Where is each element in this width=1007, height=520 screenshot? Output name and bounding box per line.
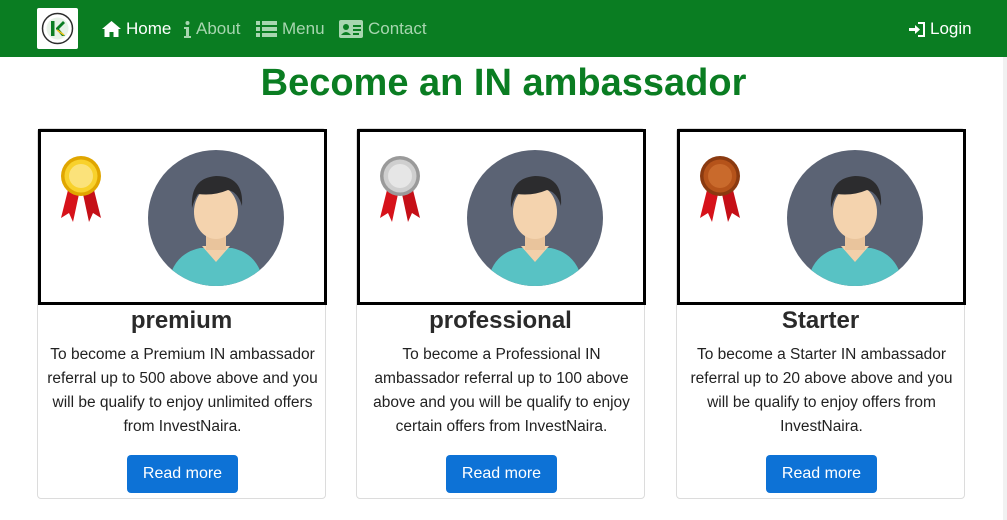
read-more-button[interactable]: Read more xyxy=(127,455,238,493)
top-navbar: Home About Menu Contact Login xyxy=(0,0,1007,57)
avatar-icon xyxy=(467,150,603,286)
info-icon xyxy=(184,20,191,38)
bronze-medal-icon xyxy=(700,156,740,222)
nav-menu-label: Menu xyxy=(282,19,325,38)
list-icon xyxy=(256,21,277,37)
card-image xyxy=(357,129,646,305)
card-title: premium xyxy=(130,307,233,334)
nav-login-label: Login xyxy=(930,19,972,38)
nav-home-label: Home xyxy=(126,19,172,38)
avatar-icon xyxy=(787,150,923,286)
nav-login[interactable]: Login xyxy=(909,18,972,40)
nav-menu[interactable]: Menu xyxy=(256,18,325,40)
brand-logo[interactable] xyxy=(37,8,78,49)
nav-home[interactable]: Home xyxy=(102,18,171,40)
card-title: Starter xyxy=(781,307,860,334)
nav-contact-label: Contact xyxy=(368,19,427,38)
card-title: professional xyxy=(429,307,572,334)
card-image xyxy=(677,129,966,305)
card-image xyxy=(38,129,327,305)
ambassador-card-professional: professional To become a Professional IN… xyxy=(356,128,646,499)
card-description: To become a Starter IN ambassador referr… xyxy=(690,346,953,435)
ambassador-card-starter: Starter To become a Starter IN ambassado… xyxy=(676,128,966,499)
ambassador-card-premium: premium To become a Premium IN ambassado… xyxy=(37,128,327,499)
home-icon xyxy=(102,21,121,37)
nav-about-label: About xyxy=(196,19,241,38)
read-more-button[interactable]: Read more xyxy=(446,455,557,493)
scrollbar-track[interactable] xyxy=(1003,57,1007,520)
sign-in-icon xyxy=(909,21,925,37)
gold-medal-icon xyxy=(61,156,101,222)
nav-contact[interactable]: Contact xyxy=(339,18,427,40)
read-more-button[interactable]: Read more xyxy=(766,455,877,493)
avatar-icon xyxy=(148,150,284,286)
logo-icon xyxy=(41,12,74,45)
contact-card-icon xyxy=(339,20,363,38)
card-description: To become a Premium IN ambassador referr… xyxy=(47,346,318,435)
card-description: To become a Professional IN ambassador r… xyxy=(373,346,630,435)
silver-medal-icon xyxy=(380,156,420,222)
nav-about[interactable]: About xyxy=(184,18,240,40)
page-title: Become an IN ambassador xyxy=(260,62,747,104)
